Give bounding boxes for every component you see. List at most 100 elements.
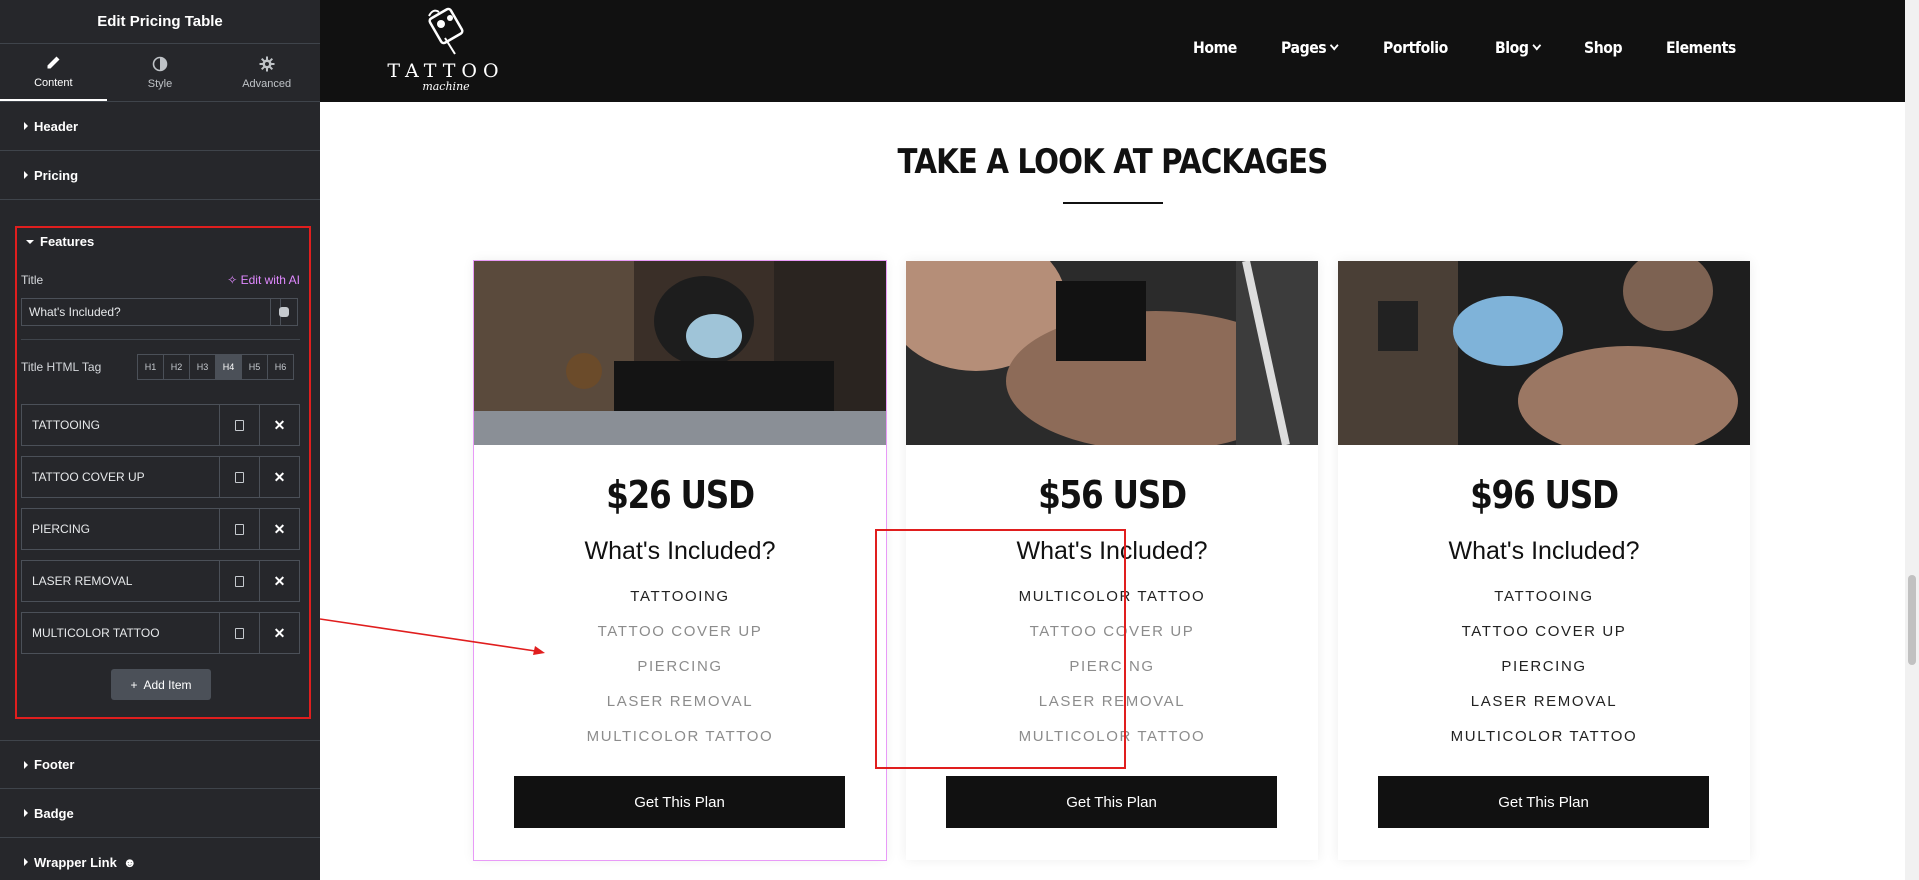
feature-item: LASER REMOVAL [606,693,754,710]
feature-item-label: TATTOO COVER UP [32,470,145,484]
get-plan-button[interactable]: Get This Plan [1378,776,1709,828]
tab-style-label: Style [147,77,173,90]
highlight-box [875,529,1126,769]
chevron-down-icon [1532,40,1542,50]
scrollbar-thumb[interactable] [1908,575,1916,665]
duplicate-icon [235,419,244,431]
features-section: Features Title ✧ Edit with AI Title HTML… [15,226,311,719]
close-icon: ✕ [273,416,286,433]
tab-advanced[interactable]: Advanced [213,44,320,101]
section-footer[interactable]: Footer [0,740,320,789]
card-features-title: What's Included? [584,537,776,565]
get-plan-button[interactable]: Get This Plan [946,776,1277,828]
remove-button[interactable]: ✕ [259,405,299,445]
pro-icon: ☻ [122,854,137,870]
caret-right-icon [24,171,28,179]
page-scrollbar[interactable] [1905,0,1919,880]
card-price: $26 USD [606,473,755,517]
chevron-down-icon [1330,40,1340,50]
feature-item: TATTOO COVER UP [597,623,763,640]
feature-item[interactable]: PIERCING ✕ [21,508,300,550]
section-badge[interactable]: Badge [0,789,320,838]
feature-item[interactable]: MULTICOLOR TATTOO ✕ [21,612,300,654]
card-photo [474,261,886,445]
duplicate-icon [235,471,244,483]
menu-portfolio[interactable]: Portfolio [1383,38,1448,57]
caret-right-icon [24,760,28,769]
pencil-icon [47,56,60,68]
site-preview: TATTOO machine Home Pages Portfolio Blog… [320,0,1905,880]
plus-icon: + [130,677,138,692]
site-header: TATTOO machine Home Pages Portfolio Blog… [320,0,1905,102]
feature-item[interactable]: TATTOOING ✕ [21,404,300,446]
feature-item: PIERCING [1501,658,1587,675]
database-icon [279,307,289,317]
section-footer-label: Footer [34,757,75,772]
tag-h2-button[interactable]: H2 [163,354,190,380]
title-label: Title [21,273,44,287]
section-wrapper-link-label: Wrapper Link [34,854,117,870]
caret-down-icon [26,239,34,244]
pricing-card[interactable]: $96 USD What's Included? TATTOOING TATTO… [1338,261,1750,860]
menu-elements[interactable]: Elements [1666,38,1736,57]
get-plan-button[interactable]: Get This Plan [514,776,845,828]
remove-button[interactable]: ✕ [259,457,299,497]
remove-button[interactable]: ✕ [259,509,299,549]
tattoo-machine-logo-icon [421,4,471,56]
menu-pages[interactable]: Pages [1281,38,1340,57]
menu-shop[interactable]: Shop [1584,38,1623,57]
duplicate-button[interactable] [219,405,259,445]
card-price: $56 USD [1038,473,1187,517]
menu-blog[interactable]: Blog [1495,38,1542,57]
feature-item[interactable]: LASER REMOVAL ✕ [21,560,300,602]
caret-right-icon [24,122,28,130]
sparkle-icon: ✧ [227,273,238,287]
card-feature-list: TATTOOING TATTOO COVER UP PIERCING LASER… [474,579,886,754]
feature-item[interactable]: TATTOO COVER UP ✕ [21,456,300,498]
section-header[interactable]: Header [0,102,320,151]
feature-item: MULTICOLOR TATTOO [586,728,774,745]
caret-right-icon [24,809,28,817]
dynamic-tags-button[interactable] [270,298,298,326]
half-circle-icon [152,56,168,71]
site-logo[interactable]: TATTOO machine [381,4,511,96]
section-features-label: Features [40,234,95,249]
duplicate-button[interactable] [219,613,259,653]
close-icon: ✕ [273,572,286,589]
tag-h4-button[interactable]: H4 [215,354,242,380]
card-photo [1338,261,1750,445]
title-input[interactable] [21,298,281,326]
screen: Edit Pricing Table Content Style Advance… [0,0,1919,880]
tab-style[interactable]: Style [107,44,214,101]
feature-item-label: MULTICOLOR TATTOO [32,626,160,640]
tag-h1-button[interactable]: H1 [137,354,164,380]
menu-blog-label: Blog [1495,38,1529,57]
tag-h3-button[interactable]: H3 [189,354,216,380]
section-pricing[interactable]: Pricing [0,151,320,200]
add-item-button[interactable]: + Add Item [111,669,211,700]
duplicate-icon [235,575,244,587]
feature-item-label: LASER REMOVAL [32,574,133,588]
tag-h6-button[interactable]: H6 [267,354,294,380]
remove-button[interactable]: ✕ [259,561,299,601]
remove-button[interactable]: ✕ [259,613,299,653]
tag-h5-button[interactable]: H5 [241,354,268,380]
divider [21,339,300,340]
feature-item: LASER REMOVAL [1470,693,1618,710]
tab-content[interactable]: Content [0,44,107,101]
pricing-card[interactable]: $26 USD What's Included? TATTOOING TATTO… [473,260,887,861]
feature-item: TATTOOING [1494,588,1594,605]
menu-home[interactable]: Home [1193,38,1237,57]
section-wrapper-link[interactable]: Wrapper Link ☻ [0,838,320,880]
edit-with-ai-label: Edit with AI [240,273,300,287]
edit-with-ai-link[interactable]: ✧ Edit with AI [227,273,300,287]
duplicate-button[interactable] [219,457,259,497]
duplicate-button[interactable] [219,509,259,549]
menu-home-label: Home [1193,38,1238,57]
duplicate-button[interactable] [219,561,259,601]
card-price: $96 USD [1470,473,1619,517]
section-features[interactable]: Features [26,234,94,249]
section-badge-label: Badge [34,805,74,821]
tab-advanced-label: Advanced [242,77,292,90]
close-icon: ✕ [273,624,286,641]
